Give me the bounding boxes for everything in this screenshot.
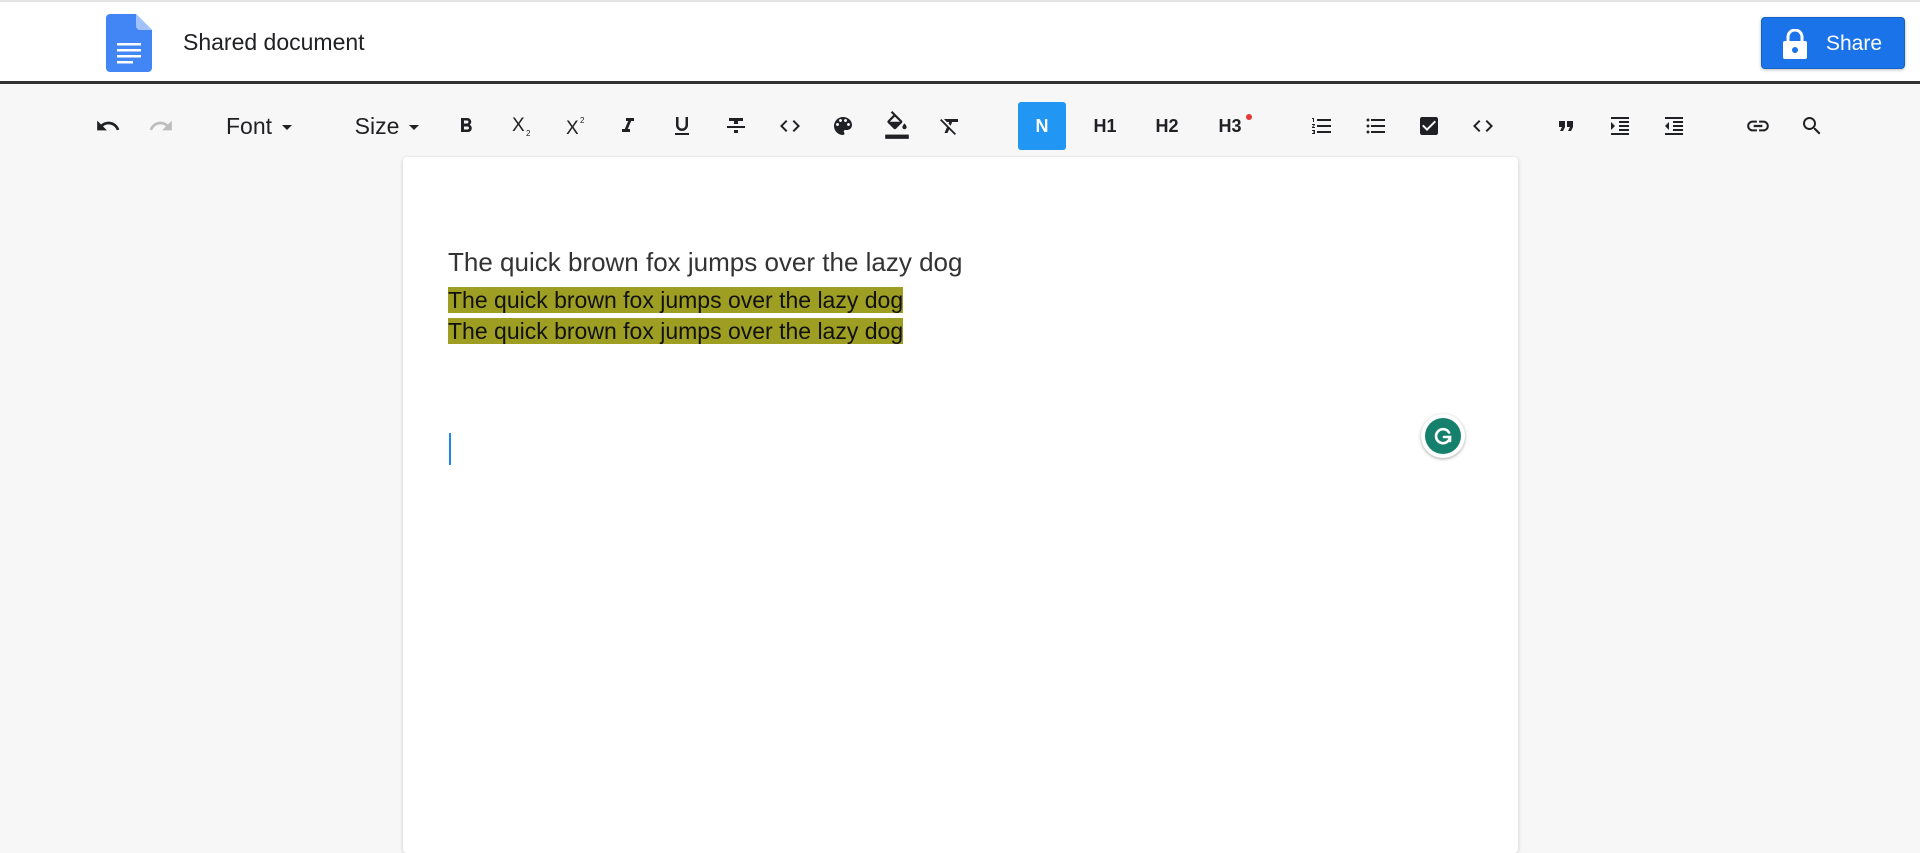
- bullet-list-button[interactable]: [1356, 102, 1396, 150]
- clear-format-icon: [940, 119, 958, 135]
- grammarly-icon: [1425, 418, 1461, 454]
- outdent-icon: [1665, 117, 1683, 135]
- document-title[interactable]: Shared document: [183, 29, 365, 56]
- undo-button[interactable]: [88, 102, 128, 150]
- highlighted-text[interactable]: The quick brown fox jumps over the lazy …: [448, 318, 904, 344]
- inline-code-icon: [780, 120, 800, 132]
- document-line-highlighted[interactable]: The quick brown fox jumps over the lazy …: [448, 285, 904, 316]
- checklist-button[interactable]: [1409, 102, 1449, 150]
- heading-3-label: H3: [1218, 115, 1242, 136]
- svg-text:X: X: [512, 115, 525, 136]
- chevron-down-icon: [409, 124, 420, 130]
- font-dropdown-label: Font: [225, 112, 273, 139]
- share-button[interactable]: Share: [1761, 17, 1905, 69]
- clear-format-button[interactable]: [930, 102, 970, 150]
- underline-icon: [675, 117, 689, 135]
- ordered-list-button[interactable]: [1302, 102, 1342, 150]
- notification-dot: [1246, 114, 1252, 120]
- formatting-toolbar: Font Size X 2 X 2 N H1 H2 H3: [0, 84, 1920, 168]
- code-block-button[interactable]: [1463, 102, 1503, 150]
- redo-icon: [149, 120, 172, 131]
- heading-2-label: H2: [1155, 115, 1179, 136]
- code-block-icon: [1473, 120, 1493, 132]
- heading-2-button[interactable]: H2: [1145, 102, 1189, 150]
- grammarly-button[interactable]: [1421, 414, 1465, 458]
- subscript-button[interactable]: X 2: [503, 102, 543, 150]
- bold-button[interactable]: [446, 102, 486, 150]
- superscript-button[interactable]: X 2: [557, 102, 597, 150]
- checklist-icon: [1420, 117, 1438, 135]
- document-line[interactable]: The quick brown fox jumps over the lazy …: [448, 247, 962, 278]
- normal-text-button[interactable]: N: [1018, 102, 1066, 150]
- heading-3-button[interactable]: H3: [1208, 102, 1252, 150]
- redo-button[interactable]: [141, 102, 181, 150]
- search-icon: [1803, 117, 1821, 135]
- chevron-down-icon: [282, 124, 293, 130]
- share-label: Share: [1826, 32, 1883, 55]
- heading-1-button[interactable]: H1: [1083, 102, 1127, 150]
- search-button[interactable]: [1792, 102, 1832, 150]
- document-page[interactable]: The quick brown fox jumps over the lazy …: [403, 157, 1518, 853]
- underline-button[interactable]: [662, 102, 702, 150]
- document-line-highlighted[interactable]: The quick brown fox jumps over the lazy …: [448, 316, 904, 347]
- link-icon: [1747, 120, 1769, 132]
- size-dropdown-label: Size: [354, 112, 400, 139]
- italic-icon: [622, 118, 634, 132]
- top-bar: Shared document Share: [0, 0, 1920, 84]
- fill-color-button[interactable]: [877, 102, 917, 150]
- bold-icon: [461, 118, 472, 132]
- heading-1-label: H1: [1093, 115, 1117, 136]
- bullet-list-icon: [1366, 118, 1385, 134]
- text-cursor: [449, 433, 451, 465]
- outdent-button[interactable]: [1654, 102, 1694, 150]
- quote-icon: [1559, 121, 1573, 131]
- size-dropdown[interactable]: Size: [342, 102, 432, 150]
- italic-button[interactable]: [608, 102, 648, 150]
- strikethrough-button[interactable]: [716, 102, 756, 150]
- ordered-list-icon: [1312, 118, 1331, 134]
- normal-text-label: N: [1035, 115, 1049, 136]
- subscript-icon: X 2: [512, 115, 531, 138]
- svg-text:2: 2: [526, 129, 531, 138]
- palette-icon: [834, 117, 852, 135]
- superscript-icon: X 2: [566, 116, 585, 139]
- quote-button[interactable]: [1546, 102, 1586, 150]
- lock-icon: [1783, 29, 1807, 59]
- google-docs-icon[interactable]: [106, 14, 152, 72]
- text-color-button[interactable]: [823, 102, 863, 150]
- font-dropdown[interactable]: Font: [214, 102, 304, 150]
- undo-icon: [97, 120, 120, 131]
- inline-code-button[interactable]: [770, 102, 810, 150]
- indent-icon: [1611, 117, 1629, 135]
- strikethrough-icon: [727, 118, 745, 133]
- indent-button[interactable]: [1600, 102, 1640, 150]
- highlighted-text[interactable]: The quick brown fox jumps over the lazy …: [448, 287, 904, 313]
- fill-color-icon: [885, 111, 909, 139]
- link-button[interactable]: [1738, 102, 1778, 150]
- svg-text:2: 2: [580, 116, 585, 125]
- svg-text:X: X: [566, 118, 579, 139]
